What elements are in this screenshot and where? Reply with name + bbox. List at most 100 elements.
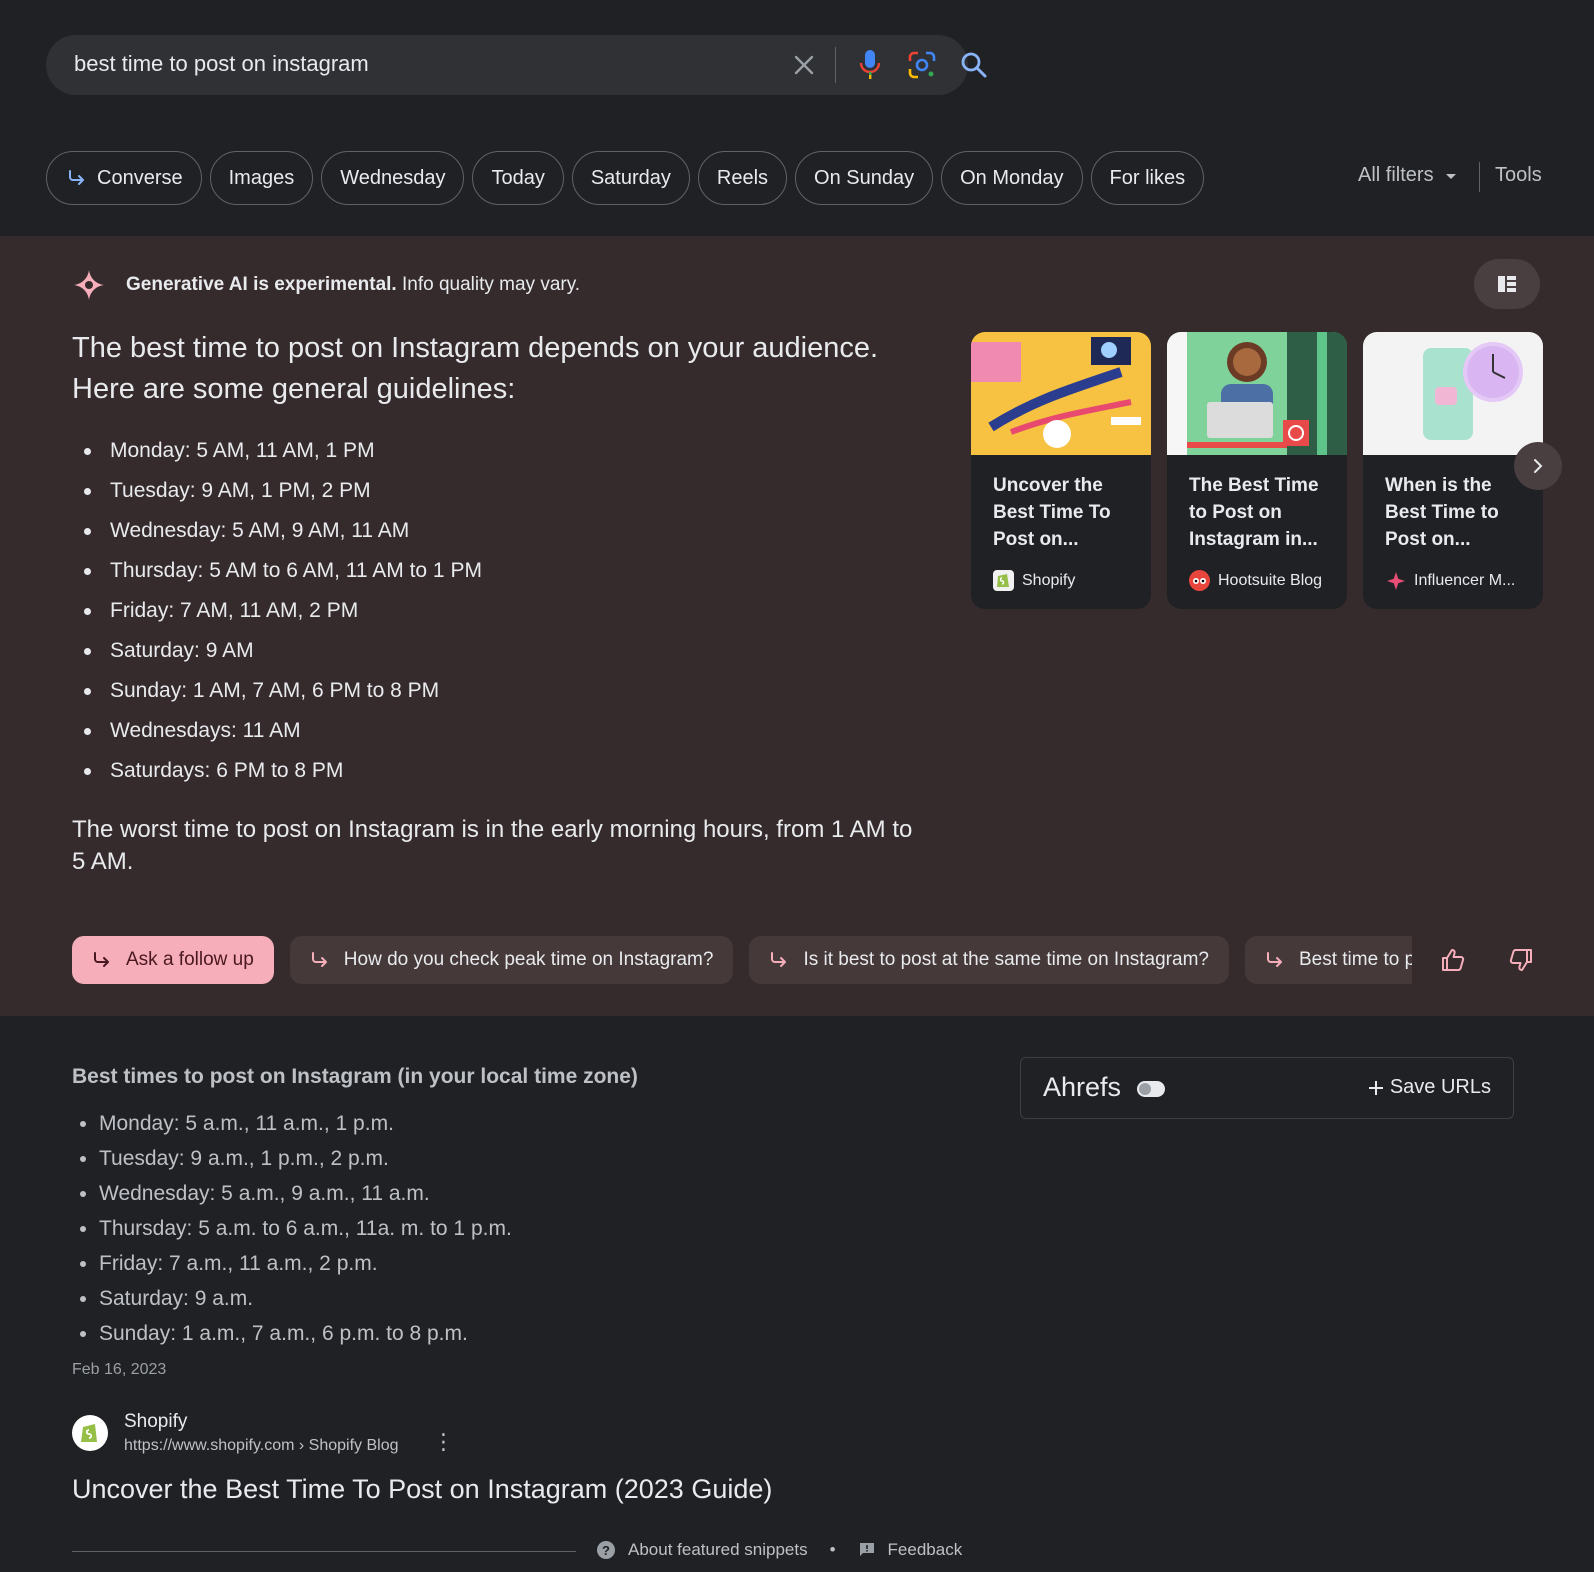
list-item: Saturdays: 6 PM to 8 PM (84, 751, 482, 791)
list-item: Wednesdays: 11 AM (84, 711, 482, 751)
svg-text:?: ? (602, 1543, 610, 1558)
chip-reels[interactable]: Reels (697, 151, 788, 205)
follow-up-label: Is it best to post at the same time on I… (803, 949, 1209, 970)
follow-up-suggestion[interactable]: Best time to post (1244, 936, 1412, 984)
cards-next-button[interactable] (1514, 442, 1562, 490)
chip-converse[interactable]: Converse (46, 151, 202, 205)
thumbs-down-icon[interactable] (1508, 936, 1534, 984)
list-item: Wednesday: 5 AM, 9 AM, 11 AM (84, 511, 482, 551)
source-url: https://www.shopify.com › Shopify Blog (124, 1437, 399, 1454)
list-item: Sunday: 1 a.m., 7 a.m., 6 p.m. to 8 p.m. (80, 1316, 512, 1351)
search-bar[interactable]: best time to post on instagram (46, 35, 987, 95)
card-thumbnail (1363, 332, 1543, 455)
microphone-icon[interactable] (854, 47, 886, 83)
follow-up-label: Ask a follow up (126, 949, 254, 970)
chip-wednesday[interactable]: Wednesday (321, 151, 465, 205)
filters-divider (1479, 162, 1480, 192)
feedback-icon (859, 1543, 874, 1556)
follow-up-arrow-icon (311, 952, 327, 967)
follow-up-arrow-icon (771, 952, 787, 967)
list-item: Tuesday: 9 AM, 1 PM, 2 PM (84, 471, 482, 511)
chip-images[interactable]: Images (209, 151, 314, 205)
chip-on-monday[interactable]: On Monday (941, 151, 1083, 205)
follow-up-chips: Ask a follow up How do you check peak ti… (72, 936, 1412, 984)
card-source: Shopify (993, 570, 1075, 591)
about-featured-snippets-link[interactable]: About featured snippets (628, 1540, 808, 1560)
list-item: Thursday: 5 a.m. to 6 a.m., 11a. m. to 1… (80, 1211, 512, 1246)
snippet-date: Feb 16, 2023 (72, 1361, 167, 1378)
list-item: Monday: 5 AM, 11 AM, 1 PM (84, 431, 482, 471)
layout-toggle-button[interactable] (1474, 259, 1540, 309)
shopify-logo-icon (993, 570, 1014, 591)
search-icon[interactable] (958, 49, 990, 81)
search-input[interactable]: best time to post on instagram (74, 51, 369, 77)
card-source-name: Influencer M... (1414, 571, 1516, 589)
list-item: Friday: 7 AM, 11 AM, 2 PM (84, 591, 482, 631)
disclaimer-bold: Generative AI is experimental. (126, 274, 397, 295)
chip-label: Images (228, 166, 295, 189)
chip-on-sunday[interactable]: On Sunday (795, 151, 934, 205)
chip-label: For likes (1109, 166, 1186, 189)
source-cards: Uncover the Best Time To Post on... Shop… (971, 332, 1543, 609)
list-item: Thursday: 5 AM to 6 AM, 11 AM to 1 PM (84, 551, 482, 591)
thumbs-up-icon[interactable] (1440, 936, 1466, 984)
ai-overview: Generative AI is experimental. Info qual… (0, 236, 1594, 1016)
snippet-footer: ? About featured snippets • Feedback (596, 1540, 962, 1560)
follow-up-arrow-icon (69, 170, 84, 185)
footer-divider (72, 1551, 576, 1552)
chip-label: On Sunday (814, 166, 915, 189)
filter-chips: Converse Images Wednesday Today Saturday… (46, 151, 1205, 205)
more-options-icon[interactable]: ⋮ (432, 1429, 454, 1455)
clear-icon[interactable] (788, 49, 820, 81)
separator-dot: • (829, 1540, 836, 1559)
follow-up-suggestion[interactable]: How do you check peak time on Instagram? (289, 936, 734, 984)
follow-up-label: Best time to post (1298, 949, 1412, 970)
ai-worst-time-text: The worst time to post on Instagram is i… (72, 816, 913, 875)
follow-up-arrow-icon (1266, 952, 1282, 967)
follow-up-suggestion[interactable]: Is it best to post at the same time on I… (749, 936, 1229, 984)
card-title: The Best Time to Post on Instagram in... (1189, 475, 1319, 550)
list-item: Wednesday: 5 a.m., 9 a.m., 11 a.m. (80, 1176, 512, 1211)
follow-up-label: How do you check peak time on Instagram? (343, 949, 714, 970)
influencer-logo-icon (1385, 570, 1406, 591)
list-item: Monday: 5 a.m., 11 a.m., 1 p.m. (80, 1106, 512, 1141)
snippet-title: Best times to post on Instagram (in your… (72, 1065, 638, 1088)
list-item: Saturday: 9 AM (84, 631, 482, 671)
chip-today[interactable]: Today (472, 151, 564, 205)
ai-disclaimer: Generative AI is experimental. Info qual… (72, 268, 580, 302)
search-divider (835, 47, 836, 83)
feedback-thumbs (1440, 936, 1534, 984)
tools-button[interactable]: Tools (1495, 164, 1542, 187)
ai-guidelines-list: Monday: 5 AM, 11 AM, 1 PM Tuesday: 9 AM,… (84, 431, 482, 791)
list-item: Friday: 7 a.m., 11 a.m., 2 p.m. (80, 1246, 512, 1281)
chip-label: Saturday (590, 166, 671, 189)
chip-saturday[interactable]: Saturday (571, 151, 690, 205)
chip-label: Reels (716, 166, 769, 189)
source-card-shopify[interactable]: Uncover the Best Time To Post on... Shop… (971, 332, 1151, 609)
help-icon: ? (597, 1541, 615, 1559)
chip-for-likes[interactable]: For likes (1090, 151, 1205, 205)
sparkle-icon (74, 270, 104, 300)
layout-icon (1498, 276, 1516, 292)
card-source: Hootsuite Blog (1189, 570, 1322, 591)
lens-icon[interactable] (906, 49, 938, 81)
result-source[interactable]: Shopify https://www.shopify.com › Shopif… (72, 1411, 454, 1455)
save-urls-button[interactable]: Save URLs (1368, 1076, 1491, 1099)
ahrefs-toggle[interactable] (1137, 1081, 1165, 1097)
card-title: Uncover the Best Time To Post on... (993, 475, 1111, 550)
all-filters-label: All filters (1358, 164, 1434, 186)
card-source-name: Shopify (1022, 571, 1076, 589)
card-thumbnail (1167, 332, 1347, 455)
shopify-favicon-icon (72, 1415, 108, 1451)
ask-follow-up-button[interactable]: Ask a follow up (72, 936, 274, 984)
feedback-link[interactable]: Feedback (888, 1540, 963, 1560)
ai-lead-text: The best time to post on Instagram depen… (72, 332, 879, 405)
chip-label: On Monday (960, 166, 1064, 189)
result-title-link[interactable]: Uncover the Best Time To Post on Instagr… (72, 1474, 772, 1505)
card-source: Influencer M... (1385, 570, 1515, 591)
source-card-hootsuite[interactable]: The Best Time to Post on Instagram in...… (1167, 332, 1347, 609)
all-filters-button[interactable]: All filters (1358, 164, 1458, 187)
source-name: Shopify (124, 1411, 188, 1432)
caret-down-icon (1445, 173, 1456, 179)
card-source-name: Hootsuite Blog (1218, 571, 1323, 589)
